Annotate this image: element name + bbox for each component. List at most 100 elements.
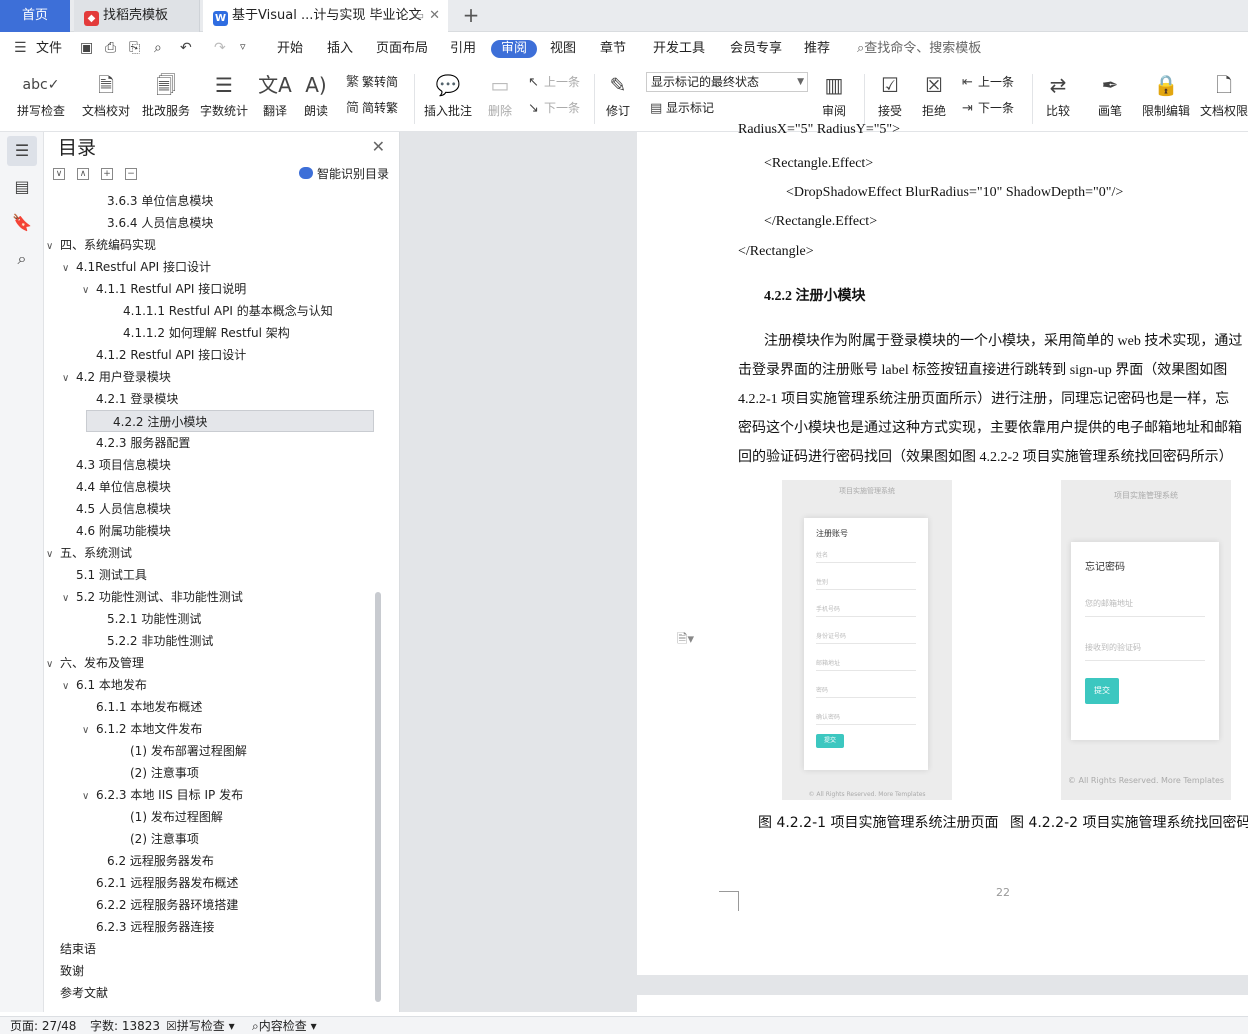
word-count-button[interactable]: ☰ 字数统计 xyxy=(198,72,250,120)
spellcheck-status[interactable]: ☒拼写检查 ▾ xyxy=(166,1017,235,1034)
new-tab-button[interactable]: + xyxy=(458,0,484,32)
tab-home[interactable]: 首页 xyxy=(0,0,70,32)
toc-item[interactable]: ∨ 4.1.1 Restful API 接口说明 xyxy=(82,278,246,300)
toc-item[interactable]: 4.3 项目信息模块 xyxy=(76,454,171,476)
menu-file[interactable]: 文件 xyxy=(36,40,62,58)
chapter-nav-icon[interactable]: ▤ xyxy=(7,172,37,202)
chevron-down-icon[interactable]: ∨ xyxy=(62,676,76,698)
toc-scrollbar[interactable] xyxy=(375,592,381,1002)
hamburger-icon[interactable]: ☰ xyxy=(14,40,27,56)
translate-button[interactable]: 文A 翻译 xyxy=(258,72,292,120)
toc-item[interactable]: ∨ 四、系统编码实现 xyxy=(46,234,156,256)
tab-document[interactable]: W 基于Visual ...计与实现 毕业论文 ▭ ✕ xyxy=(203,0,448,32)
toc-item[interactable]: 4.2.1 登录模块 xyxy=(96,388,178,410)
chevron-down-icon[interactable]: ∨ xyxy=(82,720,96,742)
chevron-down-icon[interactable]: ∨ xyxy=(46,544,60,566)
menu-view[interactable]: 视图 xyxy=(550,40,576,58)
expand-up-icon[interactable]: ∧ xyxy=(77,168,89,180)
read-aloud-button[interactable]: A) 朗读 xyxy=(300,72,332,120)
toc-item[interactable]: 4.6 附属功能模块 xyxy=(76,520,171,542)
restrict-edit-button[interactable]: 🔒 限制编辑 xyxy=(1140,72,1192,120)
chevron-down-icon[interactable]: ∨ xyxy=(62,368,76,390)
close-icon[interactable]: ✕ xyxy=(429,0,440,32)
toc-item[interactable]: 6.2.1 远程服务器发布概述 xyxy=(96,872,238,894)
search-icon[interactable]: ⌕ xyxy=(7,244,37,274)
command-search[interactable]: ⌕查找命令、搜索模板 xyxy=(857,40,981,58)
menu-chapter[interactable]: 章节 xyxy=(600,40,626,58)
word-count-indicator[interactable]: 字数: 13823 xyxy=(90,1017,160,1034)
toc-item[interactable]: 6.2.3 远程服务器连接 xyxy=(96,916,214,938)
batch-revise-button[interactable]: 🗐 批改服务 xyxy=(140,72,192,120)
markup-state-select[interactable]: 显示标记的最终状态 ▼ xyxy=(646,72,808,92)
toc-item[interactable]: 4.1.1.1 Restful API 的基本概念与认知 xyxy=(123,300,333,322)
save-icon[interactable]: ▣ xyxy=(80,40,93,56)
print-preview-icon[interactable]: ⌕ xyxy=(154,40,162,56)
content-check-status[interactable]: ⌕内容检查 ▾ xyxy=(252,1017,317,1034)
toc-item[interactable]: (1) 发布过程图解 xyxy=(130,806,223,828)
toc-item[interactable]: 4.1.2 Restful API 接口设计 xyxy=(96,344,246,366)
undo-icon[interactable]: ↶ xyxy=(180,40,192,56)
revise-button[interactable]: ✎ 修订 xyxy=(600,72,636,120)
toc-item[interactable]: ∨ 6.2.3 本地 IIS 目标 IP 发布 xyxy=(82,784,243,806)
reject-button[interactable]: ☒ 拒绝 xyxy=(916,72,952,120)
tab-pin-icon[interactable]: ▭ xyxy=(414,0,424,32)
menu-start[interactable]: 开始 xyxy=(277,40,303,58)
toc-item[interactable]: ∨ 4.2 用户登录模块 xyxy=(62,366,171,388)
toc-item[interactable]: (2) 注意事项 xyxy=(130,762,199,784)
spellcheck-button[interactable]: abc✓ 拼写检查 xyxy=(10,72,72,120)
export-icon[interactable]: ⎙ xyxy=(105,40,116,56)
chevron-down-icon[interactable]: ∨ xyxy=(82,786,96,808)
close-icon[interactable]: ✕ xyxy=(372,137,385,156)
toc-item[interactable]: 5.1 测试工具 xyxy=(76,564,147,586)
chevron-down-icon[interactable]: ∨ xyxy=(62,258,76,280)
add-heading-icon[interactable]: + xyxy=(101,168,113,180)
page-indicator[interactable]: 页面: 27/48 xyxy=(10,1017,76,1034)
toc-item[interactable]: ∨ 六、发布及管理 xyxy=(46,652,144,674)
toc-item[interactable]: ∨ 6.1 本地发布 xyxy=(62,674,147,696)
collapse-all-icon[interactable]: ∨ xyxy=(53,168,65,180)
insert-comment-button[interactable]: 💬 插入批注 xyxy=(422,72,474,120)
print-icon[interactable]: ⎘ xyxy=(129,40,140,56)
menu-page-layout[interactable]: 页面布局 xyxy=(376,40,428,58)
toc-item[interactable]: 4.4 单位信息模块 xyxy=(76,476,171,498)
trad-to-simp-button[interactable]: 繁繁转简 xyxy=(346,74,398,91)
toc-item[interactable]: 结束语 xyxy=(60,938,96,960)
toc-panel-icon[interactable]: ☰ xyxy=(7,136,37,166)
menu-developer[interactable]: 开发工具 xyxy=(653,40,705,58)
tab-template-store[interactable]: ◆ 找稻壳模板 xyxy=(74,0,200,32)
show-markup-button[interactable]: ▤ 显示标记 xyxy=(650,100,714,117)
doc-permission-button[interactable]: 🗋 文档权限 xyxy=(1200,72,1248,120)
toc-item[interactable]: 3.6.4 人员信息模块 xyxy=(107,212,213,234)
prev-comment-button[interactable]: ↖ 上一条 xyxy=(528,74,580,91)
review-pane-button[interactable]: ▥ 审阅 xyxy=(816,72,852,120)
accept-button[interactable]: ☑ 接受 xyxy=(872,72,908,120)
toc-item[interactable]: 6.2.2 远程服务器环境搭建 xyxy=(96,894,238,916)
menu-recommend[interactable]: 推荐 xyxy=(804,40,830,58)
toc-item[interactable]: (1) 发布部署过程图解 xyxy=(130,740,247,762)
toc-item[interactable]: (2) 注意事项 xyxy=(130,828,199,850)
toc-item[interactable]: 4.1.1.2 如何理解 Restful 架构 xyxy=(123,322,290,344)
chevron-down-icon[interactable]: ∨ xyxy=(82,280,96,302)
simp-to-trad-button[interactable]: 简简转繁 xyxy=(346,100,398,117)
toc-item[interactable]: ∨ 6.1.2 本地文件发布 xyxy=(82,718,202,740)
chevron-down-icon[interactable]: ∨ xyxy=(46,654,60,676)
redo-icon[interactable]: ↷ xyxy=(214,40,226,56)
toc-item[interactable]: 4.2.2 注册小模块 xyxy=(86,410,374,432)
menu-review[interactable]: 审阅 xyxy=(491,40,538,58)
delete-comment-button[interactable]: ▭ 删除 xyxy=(482,72,518,120)
compare-button[interactable]: ⇄ 比较 xyxy=(1040,72,1076,120)
bookmark-icon[interactable]: 🔖 xyxy=(7,208,37,238)
document-float-icon[interactable]: 🗎▾ xyxy=(677,630,694,652)
customize-dropdown-icon[interactable]: ▿ xyxy=(240,40,246,53)
toc-item[interactable]: 4.5 人员信息模块 xyxy=(76,498,171,520)
toc-item[interactable]: 6.1.1 本地发布概述 xyxy=(96,696,202,718)
pen-button[interactable]: ✒ 画笔 xyxy=(1094,72,1126,120)
toc-item[interactable]: ∨ 4.1Restful API 接口设计 xyxy=(62,256,211,278)
toc-item[interactable]: 致谢 xyxy=(60,960,84,982)
toc-item[interactable]: 5.2.2 非功能性测试 xyxy=(107,630,213,652)
toc-item[interactable]: 6.2 远程服务器发布 xyxy=(107,850,214,872)
toc-item[interactable]: 5.2.1 功能性测试 xyxy=(107,608,201,630)
smart-toc-button[interactable]: 智能识别目录 xyxy=(298,166,389,182)
toc-item[interactable]: ∨ 5.2 功能性测试、非功能性测试 xyxy=(62,586,243,608)
next-change-button[interactable]: ⇥ 下一条 xyxy=(962,100,1014,117)
